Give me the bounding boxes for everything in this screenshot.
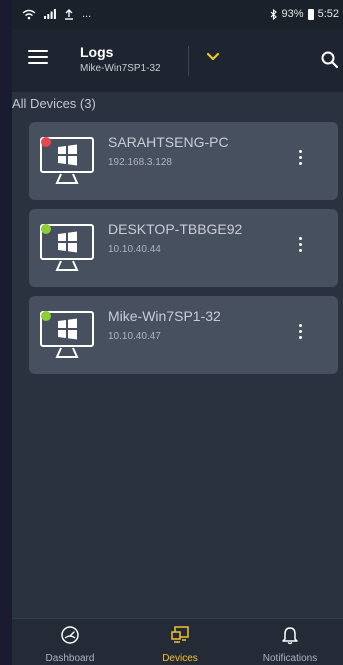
- more-options-icon[interactable]: [295, 324, 305, 346]
- wifi-icon: [22, 9, 36, 19]
- battery-icon: [307, 8, 314, 20]
- more-options-icon[interactable]: [295, 237, 305, 259]
- devices-icon: [171, 626, 189, 643]
- page-title: Logs: [80, 44, 114, 60]
- nav-devices[interactable]: Devices: [125, 619, 235, 665]
- nav-dashboard[interactable]: Dashboard: [15, 619, 125, 665]
- title-divider: [188, 46, 189, 76]
- status-time: 5:52: [317, 8, 339, 20]
- battery-percent: 93%: [281, 8, 304, 20]
- menu-button[interactable]: [28, 50, 48, 66]
- status-ellipsis: ...: [82, 8, 92, 20]
- status-dot-online: [41, 311, 51, 321]
- nav-notifications[interactable]: Notifications: [235, 619, 343, 665]
- upload-icon: [65, 8, 73, 20]
- chevron-down-icon[interactable]: [204, 48, 222, 66]
- device-card[interactable]: Mike-Win7SP1-32 10.10.40.47: [29, 296, 338, 374]
- status-dot-online: [41, 224, 51, 234]
- page-subtitle: Mike-Win7SP1-32: [80, 63, 161, 74]
- status-bar: ... 93% 5:52: [12, 0, 343, 30]
- device-name: SARAHTSENG-PC: [108, 134, 229, 150]
- nav-label: Notifications: [262, 653, 318, 664]
- bluetooth-icon: [270, 8, 277, 20]
- bell-icon: [282, 627, 298, 645]
- nav-label: Dashboard: [45, 653, 95, 664]
- gauge-icon: [61, 626, 79, 644]
- device-ip: 10.10.40.44: [108, 244, 161, 255]
- more-options-icon[interactable]: [295, 150, 305, 172]
- title-block: Logs Mike-Win7SP1-32: [80, 44, 161, 74]
- status-dot-offline: [41, 137, 51, 147]
- device-name: Mike-Win7SP1-32: [108, 308, 221, 324]
- search-icon[interactable]: [320, 50, 340, 70]
- app-bar: Logs Mike-Win7SP1-32: [12, 30, 343, 92]
- device-ip: 192.168.3.128: [108, 157, 172, 168]
- signal-icon: [44, 9, 56, 19]
- nav-label: Devices: [162, 653, 198, 664]
- app-frame: ... 93% 5:52 Logs Mike-Win7SP1-32 All De…: [12, 0, 343, 665]
- device-card[interactable]: DESKTOP-TBBGE92 10.10.40.44: [29, 209, 338, 287]
- device-name: DESKTOP-TBBGE92: [108, 221, 243, 237]
- bottom-nav: Dashboard Devices Notifications: [12, 618, 343, 665]
- device-ip: 10.10.40.47: [108, 331, 161, 342]
- section-header: All Devices (3): [12, 96, 96, 111]
- device-card[interactable]: SARAHTSENG-PC 192.168.3.128: [29, 122, 338, 200]
